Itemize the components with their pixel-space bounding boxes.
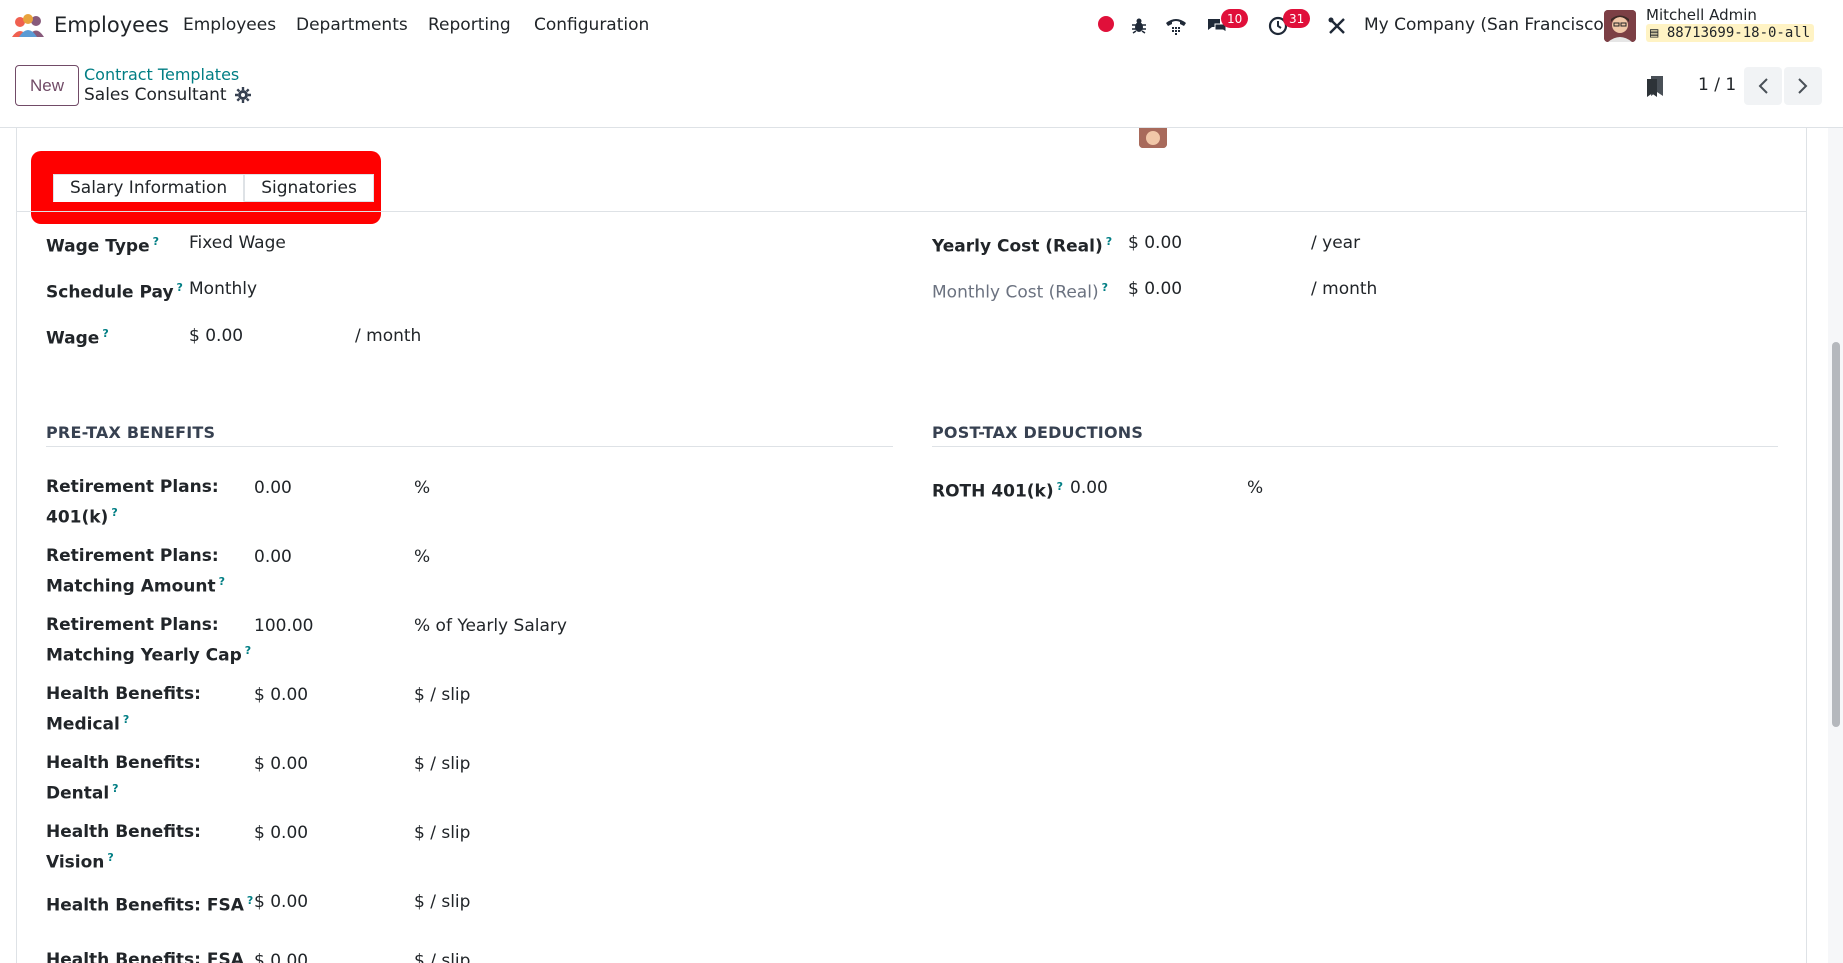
- help-icon[interactable]: ?: [219, 575, 225, 588]
- user-avatar[interactable]: [1604, 10, 1636, 42]
- posttax-divider: [932, 446, 1778, 447]
- scrollbar-thumb[interactable]: [1832, 342, 1840, 727]
- employees-app-icon[interactable]: [10, 13, 46, 39]
- user-name[interactable]: Mitchell Admin: [1646, 6, 1757, 24]
- pretax-divider: [46, 446, 893, 447]
- health-medical-label: Health Benefits: Medical?: [46, 684, 201, 735]
- breadcrumb-current: Sales Consultant: [84, 85, 251, 105]
- record-title: Sales Consultant: [84, 85, 227, 105]
- posttax-deductions-title: POST-TAX DEDUCTIONS: [932, 423, 1144, 442]
- previous-record-button[interactable]: [1744, 67, 1782, 105]
- health-dental-label: Health Benefits: Dental?: [46, 753, 201, 804]
- tab-divider: [17, 211, 1806, 212]
- health-dental-unit: $ / slip: [414, 754, 471, 774]
- health-vision-unit: $ / slip: [414, 823, 471, 843]
- matching-yearly-cap-field[interactable]: 100.00: [254, 613, 313, 639]
- responsible-avatar: [1139, 128, 1167, 148]
- schedule-pay-label: Schedule Pay?: [46, 281, 183, 303]
- wage-label: Wage?: [46, 327, 109, 349]
- roth-401k-field[interactable]: 0.00: [1070, 475, 1108, 501]
- menu-departments[interactable]: Departments: [296, 15, 408, 35]
- chevron-right-icon: [1798, 78, 1808, 94]
- roth-401k-label: ROTH 401(k)?: [932, 480, 1064, 502]
- help-icon[interactable]: ?: [112, 782, 118, 795]
- breadcrumb-contract-templates[interactable]: Contract Templates: [84, 65, 239, 84]
- control-panel: New Contract Templates Sales Consultant …: [0, 52, 1843, 128]
- next-record-button[interactable]: [1784, 67, 1822, 105]
- matching-amount-label: Retirement Plans: Matching Amount?: [46, 546, 225, 597]
- matching-yearly-cap-unit: % of Yearly Salary: [414, 616, 567, 636]
- company-switcher[interactable]: My Company (San Francisco): [1364, 15, 1610, 35]
- health-fsa-2-label: Health Benefits: FSA: [46, 950, 244, 963]
- pager-value[interactable]: 1 / 1: [1698, 75, 1736, 95]
- bug-icon[interactable]: [1127, 14, 1151, 38]
- wage-type-field[interactable]: Fixed Wage: [189, 230, 286, 256]
- help-icon[interactable]: ?: [123, 713, 129, 726]
- schedule-pay-field[interactable]: Monthly: [189, 276, 257, 302]
- form-sheet: Salary Information Signatories Wage Type…: [16, 128, 1807, 963]
- database-name: ▤ 88713699-18-0-all: [1646, 24, 1815, 42]
- retirement-401k-field[interactable]: 0.00: [254, 475, 292, 501]
- notebook-tabs: Salary Information Signatories: [53, 174, 374, 202]
- new-button[interactable]: New: [15, 65, 79, 106]
- health-fsa-unit: $ / slip: [414, 892, 471, 912]
- help-icon[interactable]: ?: [1057, 480, 1063, 493]
- help-icon[interactable]: ?: [102, 327, 108, 340]
- top-navbar: Employees Employees Departments Reportin…: [0, 0, 1843, 52]
- help-icon[interactable]: ?: [107, 851, 113, 864]
- database-name-text: 88713699-18-0-all: [1666, 25, 1811, 41]
- matching-yearly-cap-label: Retirement Plans: Matching Yearly Cap?: [46, 615, 252, 666]
- pretax-benefits-title: PRE-TAX BENEFITS: [46, 423, 216, 442]
- activities-count-badge: 31: [1283, 9, 1311, 28]
- health-dental-field[interactable]: $ 0.00: [254, 751, 308, 777]
- gear-icon[interactable]: [234, 87, 251, 103]
- tab-salary-information[interactable]: Salary Information: [53, 174, 245, 202]
- tools-icon[interactable]: [1325, 14, 1349, 38]
- retirement-401k-unit: %: [414, 478, 431, 498]
- monthly-cost-label: Monthly Cost (Real)?: [932, 281, 1108, 303]
- menu-configuration[interactable]: Configuration: [534, 15, 649, 35]
- health-fsa-2-field[interactable]: $ 0.00: [254, 948, 308, 963]
- bookmark-stack-icon[interactable]: [1644, 74, 1666, 98]
- matching-amount-field[interactable]: 0.00: [254, 544, 292, 570]
- health-fsa-field[interactable]: $ 0.00: [254, 889, 308, 915]
- health-vision-label: Health Benefits: Vision?: [46, 822, 201, 873]
- recording-indicator-icon[interactable]: [1098, 16, 1114, 32]
- yearly-cost-value: $ 0.00: [1128, 233, 1183, 253]
- help-icon[interactable]: ?: [247, 894, 253, 907]
- help-icon[interactable]: ?: [177, 281, 183, 294]
- monthly-cost-unit: / month: [1311, 279, 1378, 299]
- menu-employees[interactable]: Employees: [183, 15, 276, 35]
- yearly-cost-label: Yearly Cost (Real)?: [932, 235, 1113, 257]
- health-fsa-2-unit: $ / slip: [414, 951, 471, 963]
- help-icon[interactable]: ?: [153, 235, 159, 248]
- health-fsa-label: Health Benefits: FSA?: [46, 894, 254, 916]
- chevron-left-icon: [1758, 78, 1768, 94]
- roth-401k-unit: %: [1247, 478, 1264, 498]
- retirement-401k-label: Retirement Plans: 401(k)?: [46, 477, 219, 528]
- tab-signatories[interactable]: Signatories: [244, 174, 374, 202]
- monthly-cost-value: $ 0.00: [1128, 279, 1183, 299]
- yearly-cost-unit: / year: [1311, 233, 1361, 253]
- wage-type-label: Wage Type?: [46, 235, 159, 257]
- matching-amount-unit: %: [414, 547, 431, 567]
- help-icon[interactable]: ?: [1106, 235, 1112, 248]
- wage-unit: / month: [355, 326, 422, 346]
- wage-field[interactable]: $ 0.00: [189, 323, 243, 349]
- health-medical-unit: $ / slip: [414, 685, 471, 705]
- app-name[interactable]: Employees: [54, 13, 169, 37]
- phone-icon[interactable]: [1164, 14, 1188, 38]
- messages-count-badge: 10: [1221, 9, 1249, 28]
- help-icon[interactable]: ?: [111, 506, 117, 519]
- help-icon[interactable]: ?: [245, 644, 251, 657]
- help-icon[interactable]: ?: [1102, 281, 1108, 294]
- health-vision-field[interactable]: $ 0.00: [254, 820, 308, 846]
- menu-reporting[interactable]: Reporting: [428, 15, 511, 35]
- health-medical-field[interactable]: $ 0.00: [254, 682, 308, 708]
